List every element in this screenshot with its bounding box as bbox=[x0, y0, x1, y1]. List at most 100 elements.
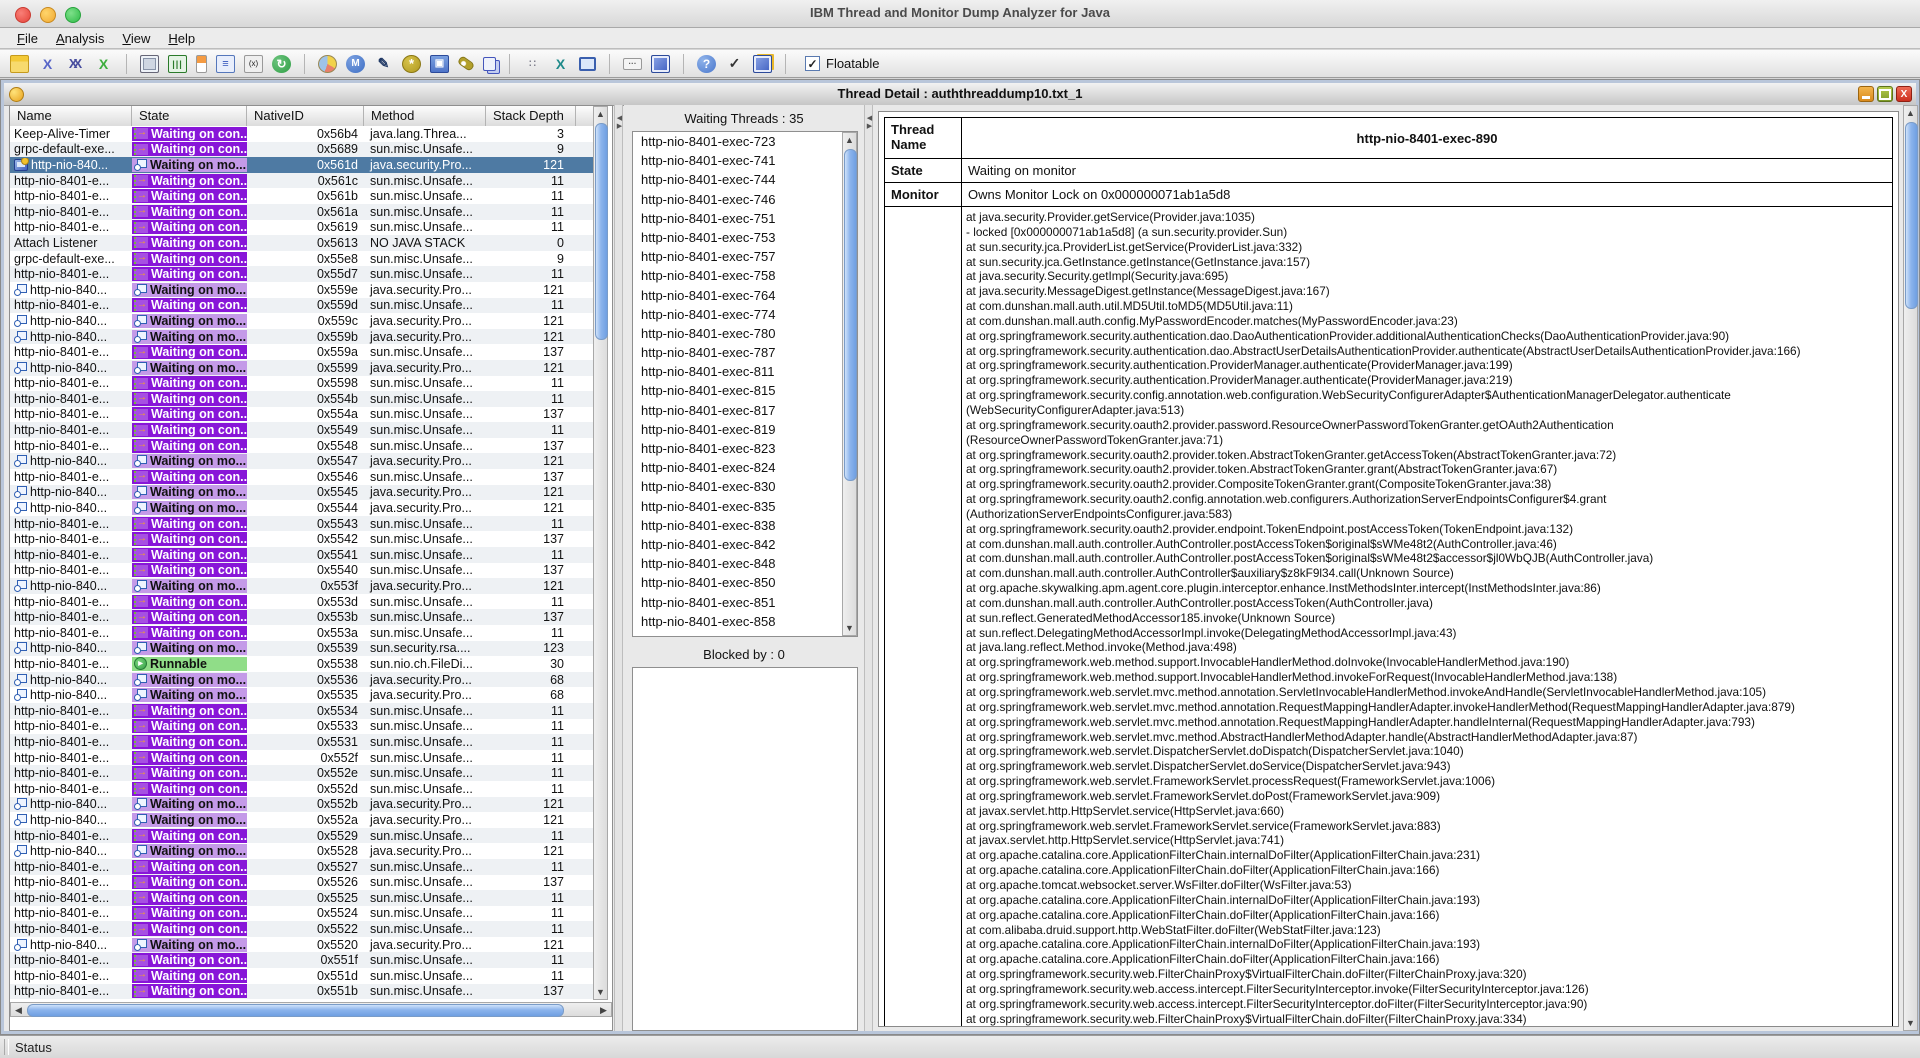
thread-state-cell[interactable]: →Waiting on con... bbox=[132, 984, 247, 998]
thread-table-row[interactable]: http-nio-840...Waiting on mo...0x553fjav… bbox=[10, 578, 593, 594]
waiting-thread-item[interactable]: http-nio-8401-exec-823 bbox=[633, 439, 857, 458]
stack-depth-cell[interactable]: 121 bbox=[486, 485, 576, 499]
column-header-method[interactable]: Method bbox=[364, 106, 486, 126]
thread-state-cell[interactable]: →Waiting on con... bbox=[132, 922, 247, 936]
thread-name-cell[interactable]: http-nio-8401-e... bbox=[10, 189, 132, 203]
column-header-nativeid[interactable]: NativeID bbox=[247, 106, 364, 126]
scroll-down-icon[interactable]: ▼ bbox=[843, 623, 856, 633]
method-cell[interactable]: sun.misc.Unsafe... bbox=[364, 906, 486, 920]
stack-depth-cell[interactable]: 121 bbox=[486, 813, 576, 827]
stack-depth-cell[interactable]: 121 bbox=[486, 454, 576, 468]
native-id-cell[interactable]: 0x56b4 bbox=[247, 127, 364, 141]
method-cell[interactable]: sun.misc.Unsafe... bbox=[364, 298, 486, 312]
native-id-cell[interactable]: 0x5598 bbox=[247, 376, 364, 390]
thread-name-cell[interactable]: http-nio-8401-e... bbox=[10, 984, 132, 998]
scroll-right-icon[interactable]: ▶ bbox=[597, 1005, 610, 1016]
thread-state-cell[interactable]: Waiting on mo... bbox=[132, 283, 247, 297]
thread-name-cell[interactable]: http-nio-840... bbox=[10, 797, 132, 811]
waiting-thread-item[interactable]: http-nio-8401-exec-780 bbox=[633, 324, 857, 343]
thread-state-cell[interactable]: Waiting on mo... bbox=[132, 938, 247, 952]
thread-name-cell[interactable]: http-nio-840... bbox=[10, 844, 132, 858]
stack-depth-cell[interactable]: 11 bbox=[486, 719, 576, 733]
thread-name-cell[interactable]: http-nio-8401-e... bbox=[10, 376, 132, 390]
thread-table-row[interactable]: http-nio-8401-e...→Waiting on con...0x55… bbox=[10, 594, 593, 610]
thread-table-row[interactable]: http-nio-8401-e...→Waiting on con...0x55… bbox=[10, 781, 593, 797]
stack-depth-cell[interactable]: 11 bbox=[486, 298, 576, 312]
waiting-thread-item[interactable]: http-nio-8401-exec-850 bbox=[633, 573, 857, 592]
native-id-cell[interactable]: 0x5538 bbox=[247, 657, 364, 671]
thread-table-row[interactable]: http-nio-840...Waiting on mo...0x5528jav… bbox=[10, 843, 593, 859]
stack-depth-cell[interactable]: 123 bbox=[486, 641, 576, 655]
native-id-cell[interactable]: 0x554a bbox=[247, 407, 364, 421]
detail-vscroll-thumb[interactable] bbox=[1905, 122, 1918, 309]
native-id-cell[interactable]: 0x5526 bbox=[247, 875, 364, 889]
stack-depth-cell[interactable]: 121 bbox=[486, 797, 576, 811]
thread-name-cell[interactable]: http-nio-8401-e... bbox=[10, 766, 132, 780]
thread-table-row[interactable]: http-nio-8401-e...→Waiting on con...0x55… bbox=[10, 438, 593, 454]
native-id-cell[interactable]: 0x552d bbox=[247, 782, 364, 796]
thread-state-cell[interactable]: →Waiting on con... bbox=[132, 407, 247, 421]
stack-depth-cell[interactable]: 11 bbox=[486, 751, 576, 765]
thread-table-row[interactable]: http-nio-840...Waiting on mo...0x5547jav… bbox=[10, 453, 593, 469]
native-id-cell[interactable]: 0x5527 bbox=[247, 860, 364, 874]
native-id-cell[interactable]: 0x5522 bbox=[247, 922, 364, 936]
thread-name-cell[interactable]: http-nio-8401-e... bbox=[10, 595, 132, 609]
method-cell[interactable]: sun.misc.Unsafe... bbox=[364, 751, 486, 765]
native-id-cell[interactable]: 0x561c bbox=[247, 174, 364, 188]
thread-state-cell[interactable]: →Waiting on con... bbox=[132, 906, 247, 920]
native-id-cell[interactable]: 0x561d bbox=[247, 158, 364, 172]
native-id-cell[interactable]: 0x552b bbox=[247, 797, 364, 811]
thread-state-cell[interactable]: →Waiting on con... bbox=[132, 205, 247, 219]
method-cell[interactable]: sun.misc.Unsafe... bbox=[364, 891, 486, 905]
native-id-cell[interactable]: 0x5533 bbox=[247, 719, 364, 733]
right-splitter[interactable]: ◀▶ bbox=[864, 105, 873, 1031]
thread-table-row[interactable]: http-nio-8401-e...→Waiting on con...0x55… bbox=[10, 921, 593, 937]
waiting-thread-item[interactable]: http-nio-8401-exec-787 bbox=[633, 343, 857, 362]
thread-name-cell[interactable]: http-nio-8401-e... bbox=[10, 439, 132, 453]
stack-depth-cell[interactable]: 11 bbox=[486, 267, 576, 281]
thread-state-cell[interactable]: Waiting on mo... bbox=[132, 361, 247, 375]
thread-name-cell[interactable]: http-nio-8401-e... bbox=[10, 829, 132, 843]
thread-name-cell[interactable]: http-nio-840... bbox=[10, 485, 132, 499]
method-cell[interactable]: sun.misc.Unsafe... bbox=[364, 595, 486, 609]
stack-depth-cell[interactable]: 137 bbox=[486, 345, 576, 359]
thread-table-row[interactable]: http-nio-8401-e...→Waiting on con...0x55… bbox=[10, 344, 593, 360]
method-cell[interactable]: sun.misc.Unsafe... bbox=[364, 439, 486, 453]
thread-state-cell[interactable]: Waiting on mo... bbox=[132, 454, 247, 468]
waiting-thread-item[interactable]: http-nio-8401-exec-744 bbox=[633, 170, 857, 189]
native-id-cell[interactable]: 0x553b bbox=[247, 610, 364, 624]
method-cell[interactable]: java.security.Pro... bbox=[364, 485, 486, 499]
native-id-cell[interactable]: 0x551b bbox=[247, 984, 364, 998]
waiting-thread-item[interactable]: http-nio-8401-exec-835 bbox=[633, 497, 857, 516]
method-cell[interactable]: sun.nio.ch.FileDi... bbox=[364, 657, 486, 671]
thread-table-row[interactable]: http-nio-840...Waiting on mo...0x561djav… bbox=[10, 157, 593, 173]
thread-state-cell[interactable]: →Waiting on con... bbox=[132, 517, 247, 531]
heap-usage-icon[interactable] bbox=[196, 55, 207, 73]
thread-state-cell[interactable]: →Waiting on con... bbox=[132, 969, 247, 983]
thread-state-cell[interactable]: →Waiting on con... bbox=[132, 860, 247, 874]
stack-depth-cell[interactable]: 0 bbox=[486, 236, 576, 250]
thread-state-cell[interactable]: →Waiting on con... bbox=[132, 220, 247, 234]
native-id-cell[interactable]: 0x559a bbox=[247, 345, 364, 359]
thread-name-cell[interactable]: http-nio-8401-e... bbox=[10, 563, 132, 577]
thread-table-row[interactable]: http-nio-8401-e...→Waiting on con...0x55… bbox=[10, 422, 593, 438]
thread-table-row[interactable]: http-nio-8401-e...→Waiting on con...0x55… bbox=[10, 625, 593, 641]
thread-table-row[interactable]: http-nio-8401-e...→Waiting on con...0x55… bbox=[10, 765, 593, 781]
stack-depth-cell[interactable]: 11 bbox=[486, 782, 576, 796]
thread-name-cell[interactable]: http-nio-840... bbox=[10, 938, 132, 952]
thread-name-cell[interactable]: http-nio-8401-e... bbox=[10, 517, 132, 531]
method-cell[interactable]: sun.misc.Unsafe... bbox=[364, 704, 486, 718]
method-cell[interactable]: sun.misc.Unsafe... bbox=[364, 829, 486, 843]
native-id-cell[interactable]: 0x553f bbox=[247, 579, 364, 593]
thread-state-cell[interactable]: →Waiting on con... bbox=[132, 439, 247, 453]
stack-depth-cell[interactable]: 11 bbox=[486, 376, 576, 390]
stack-depth-cell[interactable]: 11 bbox=[486, 626, 576, 640]
thread-table-row[interactable]: grpc-default-exe...→Waiting on con...0x5… bbox=[10, 142, 593, 158]
thread-name-cell[interactable]: http-nio-840... bbox=[10, 688, 132, 702]
method-cell[interactable]: sun.misc.Unsafe... bbox=[364, 766, 486, 780]
method-cell[interactable]: sun.misc.Unsafe... bbox=[364, 548, 486, 562]
method-cell[interactable]: java.security.Pro... bbox=[364, 844, 486, 858]
waiting-thread-item[interactable]: http-nio-8401-exec-758 bbox=[633, 266, 857, 285]
native-id-cell[interactable]: 0x552f bbox=[247, 751, 364, 765]
thread-state-cell[interactable]: Waiting on mo... bbox=[132, 688, 247, 702]
